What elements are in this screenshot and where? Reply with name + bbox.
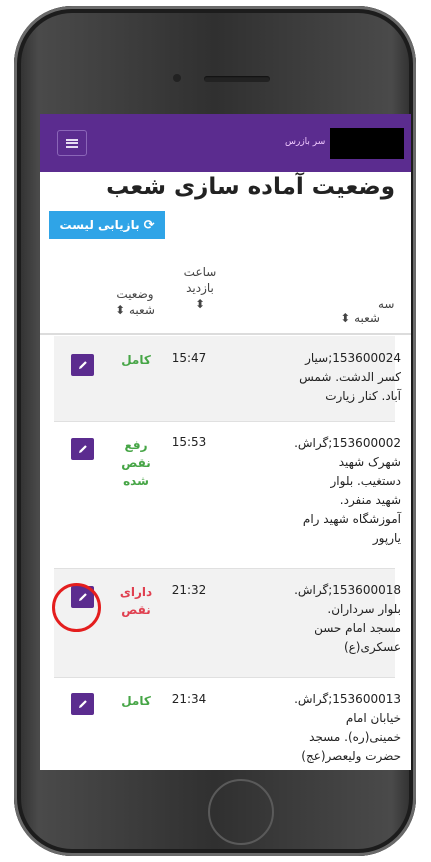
table-row: رفع نقص شده 15:53 153600002;گراش. شهرک ش… — [54, 422, 401, 568]
highlight-circle-annotation — [52, 583, 101, 632]
earpiece-speaker — [204, 76, 270, 82]
visit-time-cell: 15:47 — [171, 351, 207, 365]
pencil-icon — [78, 445, 87, 453]
header-divider — [40, 333, 411, 335]
page-title: وضعیت آماده سازی شعب — [106, 174, 395, 200]
visit-time-cell: 15:53 — [171, 435, 207, 449]
hamburger-icon — [66, 138, 78, 148]
reload-list-button[interactable]: ⟳ بازیابی لیست — [49, 211, 165, 239]
branch-cell: 153600024;سیار کسر الدشت. شمس آباد. کنار… — [299, 351, 401, 403]
branch-cell: 153600013;گراش. خیابان امام خمینی(ره). م… — [294, 692, 401, 763]
branch-cell: 153600002;گراش. شهرک شهید دستغیب. بلوار … — [294, 436, 401, 545]
column-header-status[interactable]: وضعیت شعبه ⬍ — [110, 286, 160, 318]
status-cell: کامل — [121, 694, 151, 708]
navbar-brand[interactable]: سر بازرس — [285, 137, 325, 147]
table-row: کامل 15:47 153600024;سیار کسر الدشت. شمس… — [54, 336, 401, 421]
pencil-icon — [78, 700, 87, 708]
redacted-area — [330, 128, 404, 159]
pencil-icon — [78, 361, 87, 369]
table-row: دارای نقص 21:32 153600018;گراش. بلوار سر… — [54, 569, 401, 677]
branch-cell: 153600018;گراش. بلوار سرداران. مسجد امام… — [294, 583, 401, 654]
table-row: کامل 21:34 153600013;گراش. خیابان امام خ… — [54, 678, 401, 770]
visit-time-cell: 21:32 — [171, 583, 207, 597]
menu-toggle-button[interactable] — [57, 130, 87, 156]
edit-button[interactable] — [71, 438, 94, 460]
column-header-partial: سه — [378, 297, 395, 311]
reload-list-label: بازیابی لیست — [59, 218, 140, 232]
visit-time-cell: 21:34 — [171, 692, 207, 706]
home-button[interactable] — [208, 779, 274, 845]
front-camera — [173, 74, 181, 82]
column-header-visit-time[interactable]: ساعت بازدید ⬍ — [180, 264, 220, 312]
navbar: سر بازرس — [40, 114, 411, 172]
refresh-icon: ⟳ — [143, 217, 155, 233]
status-cell: کامل — [121, 353, 151, 367]
app-screen: سر بازرس وضعیت آماده سازی شعب ⟳ بازیابی … — [40, 114, 411, 770]
column-header-branch[interactable]: شعبه ⬍ — [310, 310, 380, 326]
edit-button[interactable] — [71, 693, 94, 715]
status-cell: رفع نقص شده — [121, 438, 151, 488]
edit-button[interactable] — [71, 354, 94, 376]
status-cell: دارای نقص — [119, 585, 153, 617]
